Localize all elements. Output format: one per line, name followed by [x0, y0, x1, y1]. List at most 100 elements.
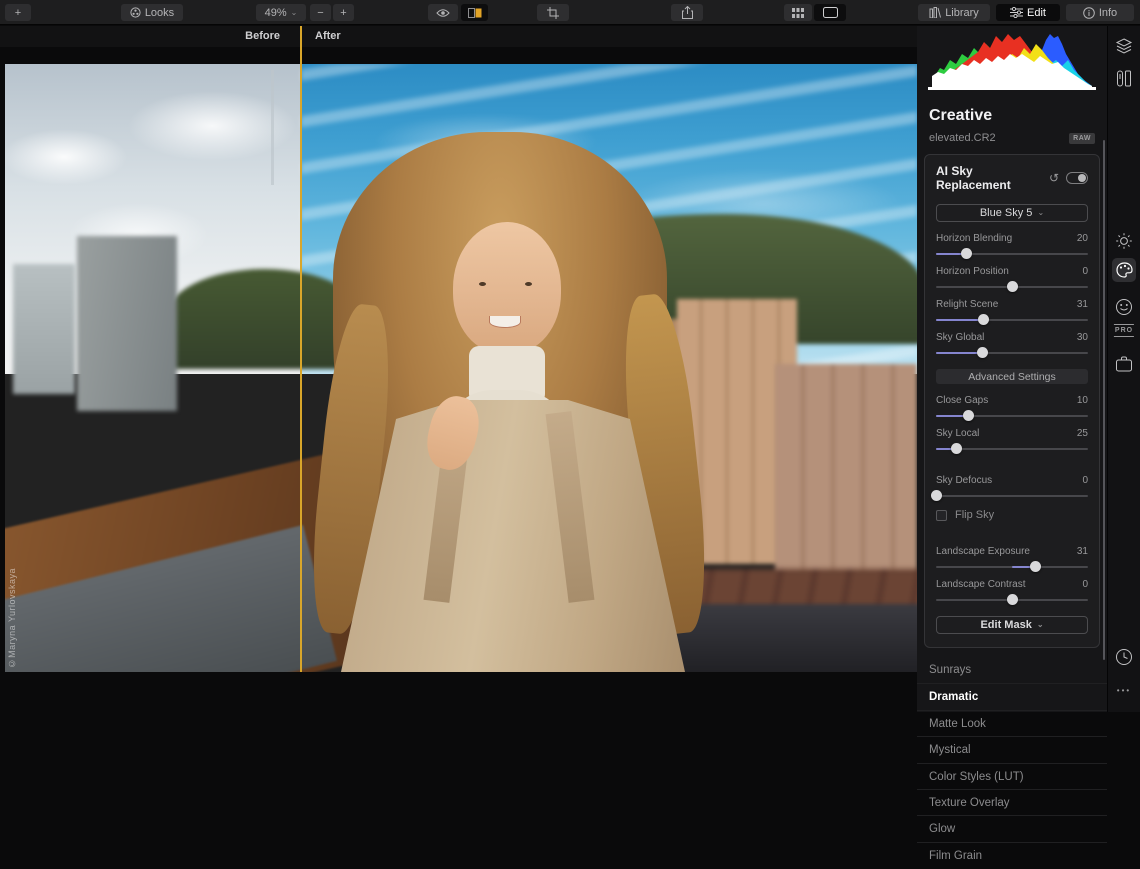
slider-track[interactable] — [936, 410, 1088, 421]
slider-landscape-exposure: Landscape Exposure 31 — [936, 546, 1088, 572]
section-matte-look[interactable]: Matte Look — [917, 709, 1107, 736]
single-image-icon — [822, 7, 838, 18]
slider-horizon-blending: Horizon Blending 20 — [936, 233, 1088, 259]
slider-thumb[interactable] — [962, 410, 974, 421]
edit-panel: Creative elevated.CR2 RAW AI Sky Replace… — [917, 26, 1107, 862]
single-image-view-button[interactable] — [814, 4, 846, 21]
advanced-settings-button[interactable]: Advanced Settings — [936, 369, 1088, 384]
looks-icon — [130, 7, 141, 18]
tab-info[interactable]: Info — [1066, 4, 1134, 21]
slider-track[interactable] — [936, 594, 1088, 605]
tab-library[interactable]: Library — [918, 4, 990, 21]
reset-icon[interactable]: ↺ — [1049, 171, 1059, 185]
layers-icon[interactable] — [1115, 38, 1133, 54]
crop-button[interactable] — [537, 4, 569, 21]
portrait-smiley-icon[interactable] — [1115, 298, 1133, 316]
edit-mask-button[interactable]: Edit Mask ⌄ — [936, 616, 1088, 634]
chevron-down-icon: ⌄ — [290, 7, 298, 17]
slider-thumb[interactable] — [1007, 281, 1018, 292]
section-texture-overlay[interactable]: Texture Overlay — [917, 788, 1107, 815]
top-toolbar: + Looks 49% ⌄ − + Library Edit Info — [0, 0, 1140, 25]
plus-icon: + — [14, 6, 22, 19]
section-film-grain[interactable]: Film Grain — [917, 841, 1107, 868]
slider-thumb[interactable] — [978, 314, 990, 325]
section-glow[interactable]: Glow — [917, 815, 1107, 841]
slider-track[interactable] — [936, 248, 1088, 259]
subject-face — [453, 222, 561, 354]
before-after-divider[interactable] — [300, 26, 302, 672]
chevron-down-icon: ⌄ — [1036, 620, 1044, 629]
zoom-in-button[interactable]: + — [333, 4, 354, 21]
slider-track[interactable] — [936, 347, 1088, 358]
building — [13, 264, 75, 394]
edit-sliders-icon — [1010, 7, 1024, 18]
slider-landscape-contrast: Landscape Contrast 0 — [936, 579, 1088, 605]
edits-panel-icon[interactable] — [1117, 70, 1132, 87]
quick-preview-button[interactable] — [428, 4, 458, 21]
section-dramatic[interactable]: Dramatic — [917, 683, 1107, 709]
compare-bar: Before After — [0, 26, 917, 47]
toggle-knob — [1078, 174, 1086, 182]
ai-sky-replacement-card: AI Sky Replacement ↺ Blue Sky 5 ⌄ Horizo… — [924, 154, 1100, 648]
slider-track[interactable] — [936, 314, 1088, 325]
export-button[interactable] — [671, 4, 703, 21]
library-icon — [929, 7, 942, 18]
slider-close-gaps: Close Gaps 10 — [936, 395, 1088, 421]
watermark: ©Maryna Yurlovskaya — [7, 567, 17, 668]
slider-thumb[interactable] — [961, 248, 973, 259]
section-sunrays[interactable]: Sunrays — [917, 657, 1107, 683]
slider-sky-defocus: Sky Defocus 0 — [931, 475, 1088, 501]
before-after-icon — [467, 7, 481, 18]
filename: elevated.CR2 — [929, 132, 996, 144]
slider-track[interactable] — [936, 561, 1088, 572]
compare-view-button[interactable] — [461, 4, 488, 21]
crop-icon — [547, 6, 559, 19]
building — [775, 364, 917, 574]
share-icon — [681, 6, 693, 19]
slider-track[interactable] — [931, 490, 1088, 501]
flip-sky-label: Flip Sky — [955, 509, 995, 521]
tool-title: AI Sky Replacement — [936, 164, 1011, 192]
after-label: After — [315, 30, 341, 42]
slider-thumb[interactable] — [931, 490, 942, 501]
more-options-icon[interactable]: ••• — [1117, 686, 1131, 695]
info-icon — [1083, 6, 1095, 19]
gallery-view-button[interactable] — [784, 4, 812, 21]
minus-icon: − — [317, 6, 324, 19]
add-image-button[interactable]: + — [5, 4, 31, 21]
essentials-sun-icon[interactable] — [1115, 232, 1133, 250]
before-label: Before — [245, 30, 280, 42]
tool-enabled-toggle[interactable] — [1066, 172, 1088, 184]
slider-thumb[interactable] — [1007, 594, 1018, 605]
zoom-out-button[interactable]: − — [310, 4, 331, 21]
briefcase-icon[interactable] — [1116, 356, 1133, 372]
slider-thumb[interactable] — [976, 347, 988, 358]
slider-thumb[interactable] — [1029, 561, 1041, 572]
professional-pro-badge[interactable]: PRO — [1113, 324, 1135, 337]
slider-horizon-position: Horizon Position 0 — [936, 266, 1088, 292]
plus-icon: + — [340, 6, 347, 19]
flip-sky-checkbox[interactable] — [936, 509, 947, 521]
panel-scrollbar[interactable] — [1103, 140, 1105, 660]
subject-smile — [489, 316, 521, 328]
histogram — [928, 34, 1096, 90]
tv-tower — [271, 70, 274, 185]
subject-eye — [525, 282, 532, 286]
tab-edit[interactable]: Edit — [996, 4, 1060, 21]
slider-track[interactable] — [936, 443, 1088, 454]
slider-track[interactable] — [936, 281, 1088, 292]
section-mystical[interactable]: Mystical — [917, 736, 1107, 762]
subject-eye — [479, 282, 486, 286]
history-clock-icon[interactable] — [1115, 648, 1133, 666]
eye-icon — [436, 8, 450, 17]
section-color-styles-lut[interactable]: Color Styles (LUT) — [917, 762, 1107, 789]
building — [77, 236, 177, 411]
looks-button[interactable]: Looks — [121, 4, 183, 21]
grid-icon — [792, 7, 804, 18]
zoom-level-dropdown[interactable]: 49% ⌄ — [256, 4, 306, 21]
creative-palette-tile[interactable] — [1112, 258, 1136, 282]
photo[interactable]: ©Maryna Yurlovskaya — [5, 64, 917, 672]
slider-thumb[interactable] — [950, 443, 962, 454]
sky-preset-dropdown[interactable]: Blue Sky 5 ⌄ — [936, 204, 1088, 222]
slider-sky-global: Sky Global 30 — [936, 332, 1088, 358]
